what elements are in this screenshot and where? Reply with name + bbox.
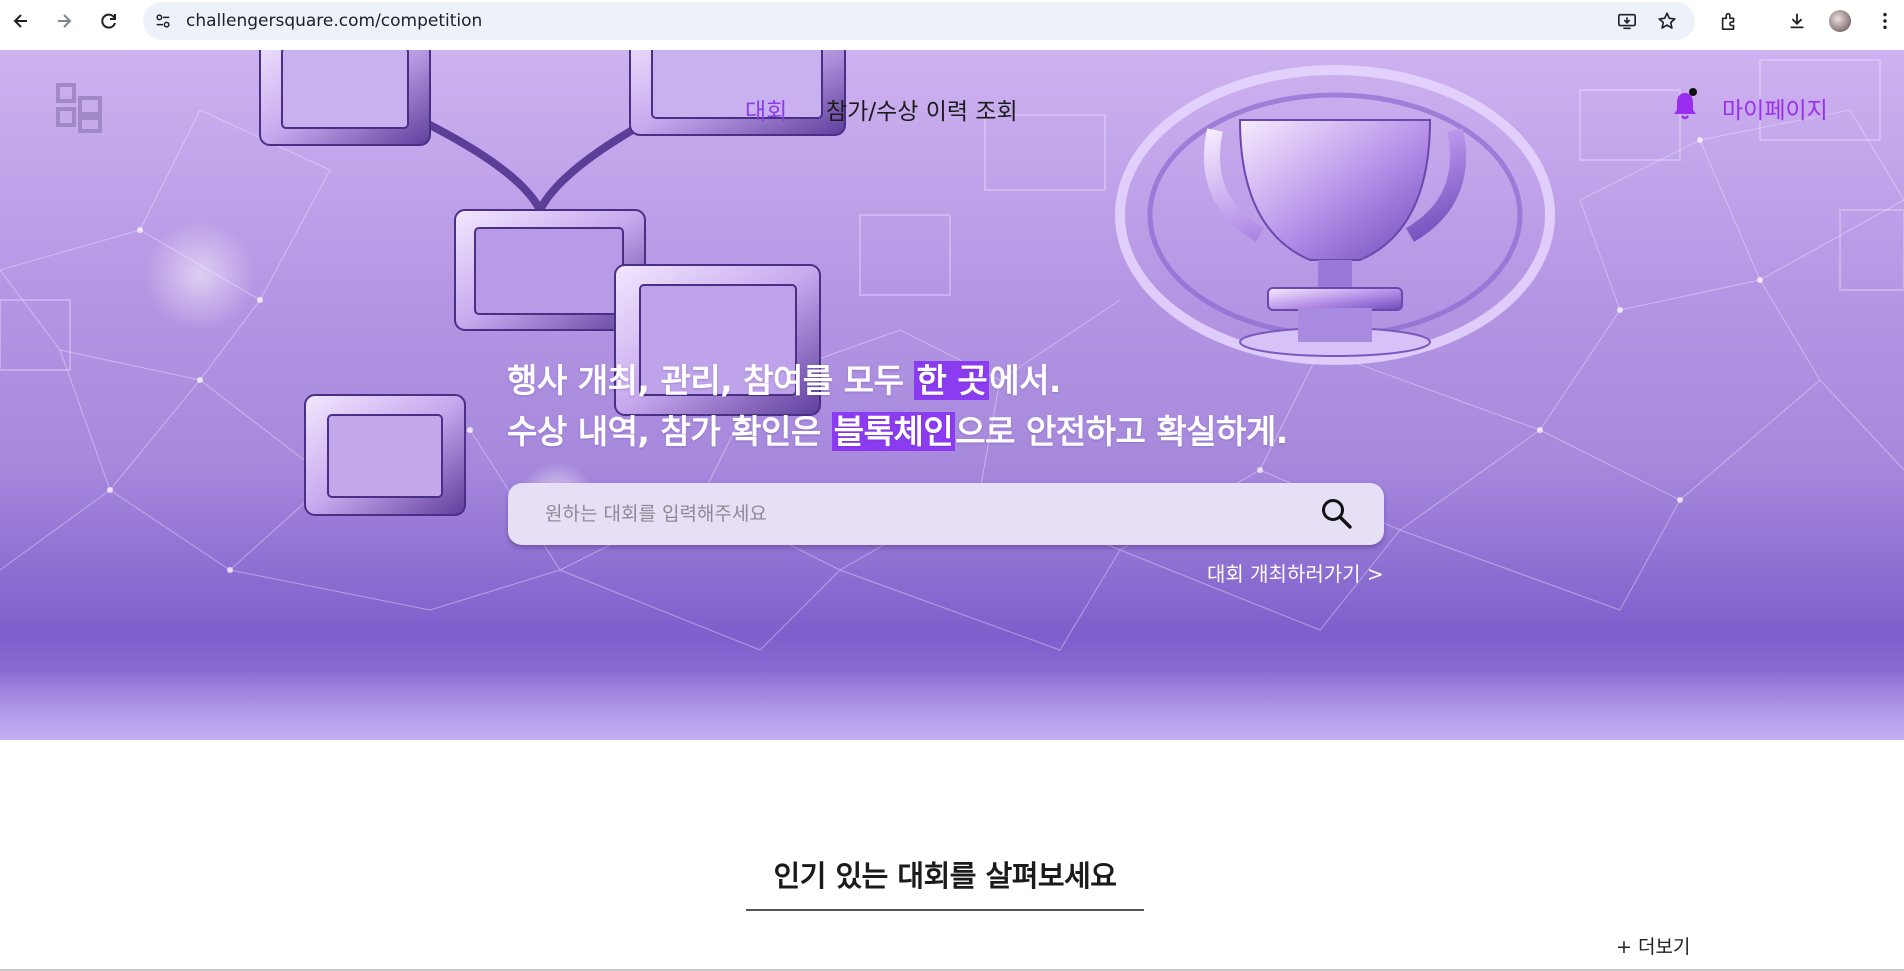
extensions-icon[interactable] [1718, 10, 1740, 32]
more-link[interactable]: + 더보기 [1616, 932, 1690, 959]
bookmark-star-icon[interactable] [1656, 10, 1678, 32]
profile-avatar[interactable] [1829, 10, 1851, 32]
competition-search-bar [508, 483, 1384, 545]
url-text[interactable]: challengersquare.com/competition [186, 11, 482, 31]
back-icon[interactable] [8, 8, 34, 34]
headline-line-1: 행사 개최, 관리, 참여를 모두 한 곳에서. [507, 355, 1288, 406]
headline-2-highlight: 블록체인 [831, 412, 956, 451]
forward-icon[interactable] [51, 8, 77, 34]
notification-bell-icon[interactable] [1671, 87, 1699, 121]
headline-line-2: 수상 내역, 참가 확인은 블록체인으로 안전하고 확실하게. [507, 406, 1288, 457]
headline-2-text: 수상 내역, 참가 확인은 [507, 412, 832, 451]
hero-banner: 대회 참가/수상 이력 조회 마이페이지 행사 개최, 관리, 참여를 모두 한… [0, 50, 1904, 740]
nav-history-label[interactable]: 참가/수상 이력 조회 [826, 92, 1018, 126]
mypage-link[interactable]: 마이페이지 [1722, 91, 1828, 125]
headline-2-end: 으로 안전하고 확실하게. [955, 412, 1288, 451]
address-bar[interactable]: challengersquare.com/competition [143, 2, 1695, 40]
browser-toolbar: challengersquare.com/competition [0, 0, 1904, 50]
popular-title-text: 인기 있는 대회를 살펴보세요 [745, 853, 1145, 911]
headline-1-highlight: 한 곳 [914, 361, 990, 400]
headline-1-text: 행사 개최, 관리, 참여를 모두 [507, 361, 915, 400]
site-info-icon[interactable] [151, 9, 175, 33]
nav-history[interactable]: 참가/수상 이력 조회 [826, 92, 1018, 126]
menu-dots-icon[interactable] [1874, 10, 1896, 32]
popular-section-title: 인기 있는 대회를 살펴보세요 [0, 853, 1890, 911]
reload-icon[interactable] [96, 8, 122, 34]
site-logo-icon[interactable] [55, 82, 105, 134]
search-icon[interactable] [1320, 497, 1354, 531]
hero-headline: 행사 개최, 관리, 참여를 모두 한 곳에서. 수상 내역, 참가 확인은 블… [507, 355, 1288, 457]
host-competition-link[interactable]: 대회 개최하러가기 > [1207, 558, 1384, 587]
hero-bottom-fade [0, 670, 1904, 740]
install-app-icon[interactable] [1616, 10, 1638, 32]
competition-search-input[interactable] [545, 503, 1245, 525]
nav-competition-label[interactable]: 대회 [745, 92, 787, 126]
nav-competition[interactable]: 대회 [745, 92, 787, 126]
download-icon[interactable] [1786, 10, 1808, 32]
headline-1-end: 에서. [989, 361, 1061, 400]
